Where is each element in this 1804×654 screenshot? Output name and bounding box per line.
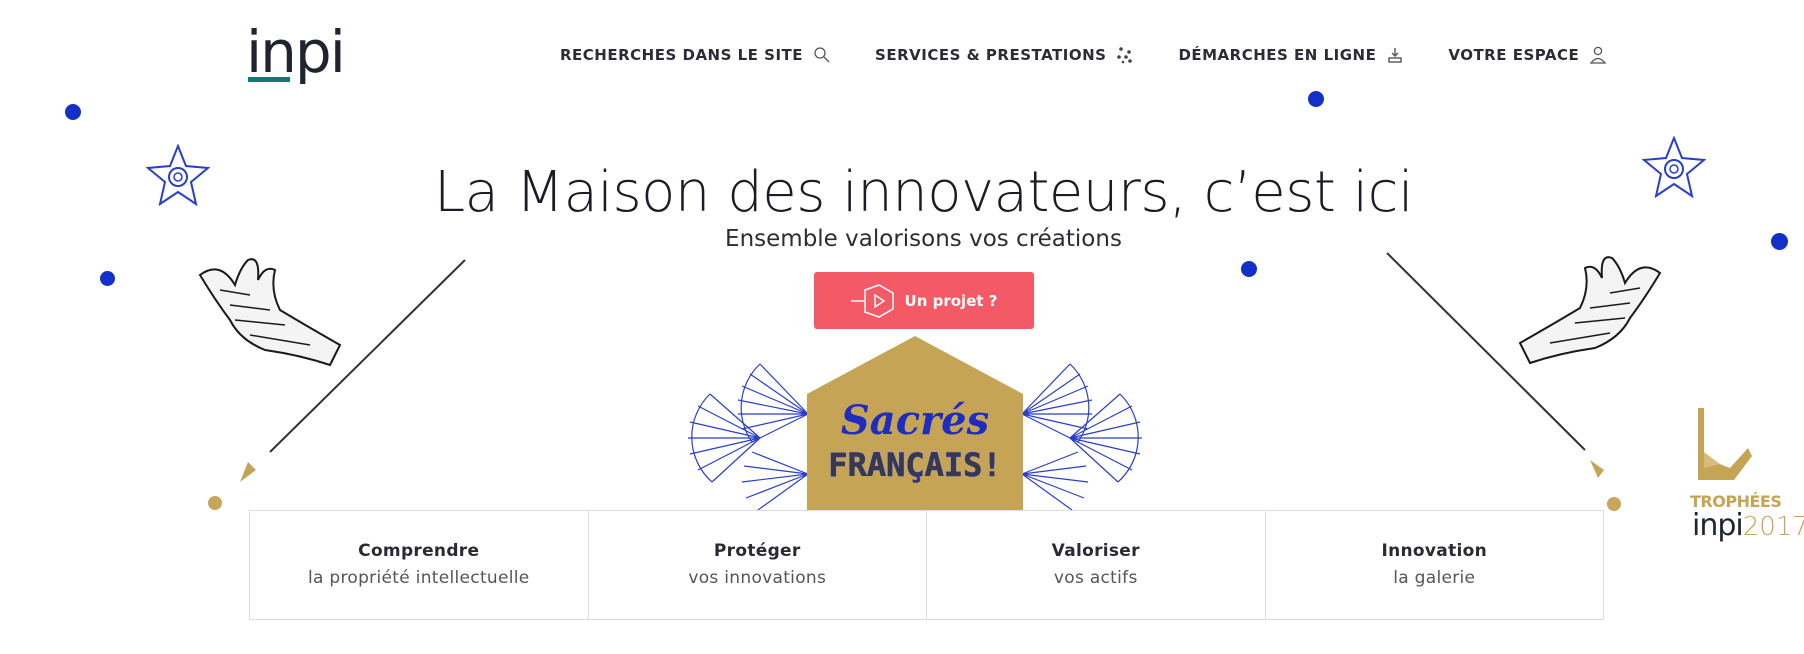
trophees-year: 2017 xyxy=(1742,512,1804,542)
card-subtitle: la galerie xyxy=(1393,568,1476,588)
card-title: Protéger xyxy=(713,541,801,561)
play-hexagon-icon xyxy=(850,283,894,318)
fan-decoration xyxy=(688,363,809,511)
dots-grid-icon xyxy=(1117,47,1133,64)
main-nav: RECHERCHES DANS LE SITE SERVICES & PREST… xyxy=(560,46,1651,64)
decor-dot xyxy=(65,104,81,120)
decor-dot xyxy=(100,271,115,286)
left-hand-illustration xyxy=(198,258,466,482)
inpi-logo[interactable]: inpi xyxy=(246,22,356,86)
feature-cards: Comprendre la propriété intellectuelle P… xyxy=(249,510,1604,620)
nav-label: SERVICES & PRESTATIONS xyxy=(875,46,1107,64)
nav-item-demarches[interactable]: DÉMARCHES EN LIGNE xyxy=(1178,46,1404,64)
card-comprendre[interactable]: Comprendre la propriété intellectuelle xyxy=(250,511,589,619)
nav-label: RECHERCHES DANS LE SITE xyxy=(560,46,804,64)
card-innovation[interactable]: Innovation la galerie xyxy=(1266,511,1604,619)
card-valoriser[interactable]: Valoriser vos actifs xyxy=(927,511,1266,619)
trophees-brand: inpi xyxy=(1692,508,1744,543)
decor-dot xyxy=(1308,91,1324,107)
nav-item-services[interactable]: SERVICES & PRESTATIONS xyxy=(875,46,1134,64)
hero-title: La Maison des innovateurs, c’est ici xyxy=(433,160,1414,225)
trophees-brand-row: inpi2017 xyxy=(1692,508,1804,543)
decor-dot xyxy=(208,496,222,510)
card-title: Valoriser xyxy=(1051,541,1140,561)
card-proteger[interactable]: Protéger vos innovations xyxy=(589,511,927,619)
card-subtitle: vos actifs xyxy=(1053,568,1138,588)
cta-label: Un projet ? xyxy=(904,291,998,310)
banner-line1: Sacrés xyxy=(841,397,989,444)
svg-text:inpi: inpi xyxy=(246,22,344,86)
nav-label: VOTRE ESPACE xyxy=(1448,46,1580,64)
banner-line2: FRANÇAIS! xyxy=(828,446,1001,484)
card-subtitle: la propriété intellectuelle xyxy=(307,568,530,588)
project-cta-button[interactable]: Un projet ? xyxy=(814,272,1034,329)
decor-dot xyxy=(1241,261,1257,277)
nav-label: DÉMARCHES EN LIGNE xyxy=(1178,46,1377,64)
upload-tray-icon xyxy=(1388,48,1403,63)
search-icon xyxy=(814,47,830,63)
card-title: Innovation xyxy=(1381,541,1487,561)
nav-item-espace[interactable]: VOTRE ESPACE xyxy=(1448,46,1607,64)
right-hand-illustration xyxy=(1386,252,1662,478)
card-subtitle: vos innovations xyxy=(688,568,827,588)
trophees-badge[interactable]: TROPHÉES inpi2017 xyxy=(1686,408,1804,544)
hero-subtitle: Ensemble valorisons vos créations xyxy=(725,226,1122,252)
nav-item-recherches[interactable]: RECHERCHES DANS LE SITE xyxy=(560,46,831,64)
trophy-icon xyxy=(1698,408,1752,480)
user-icon xyxy=(1589,46,1607,64)
sacres-francais-banner[interactable]: Sacrés FRANÇAIS! xyxy=(660,334,1170,512)
card-title: Comprendre xyxy=(358,541,480,561)
decor-dot xyxy=(1607,497,1621,511)
fan-decoration xyxy=(1021,363,1142,511)
